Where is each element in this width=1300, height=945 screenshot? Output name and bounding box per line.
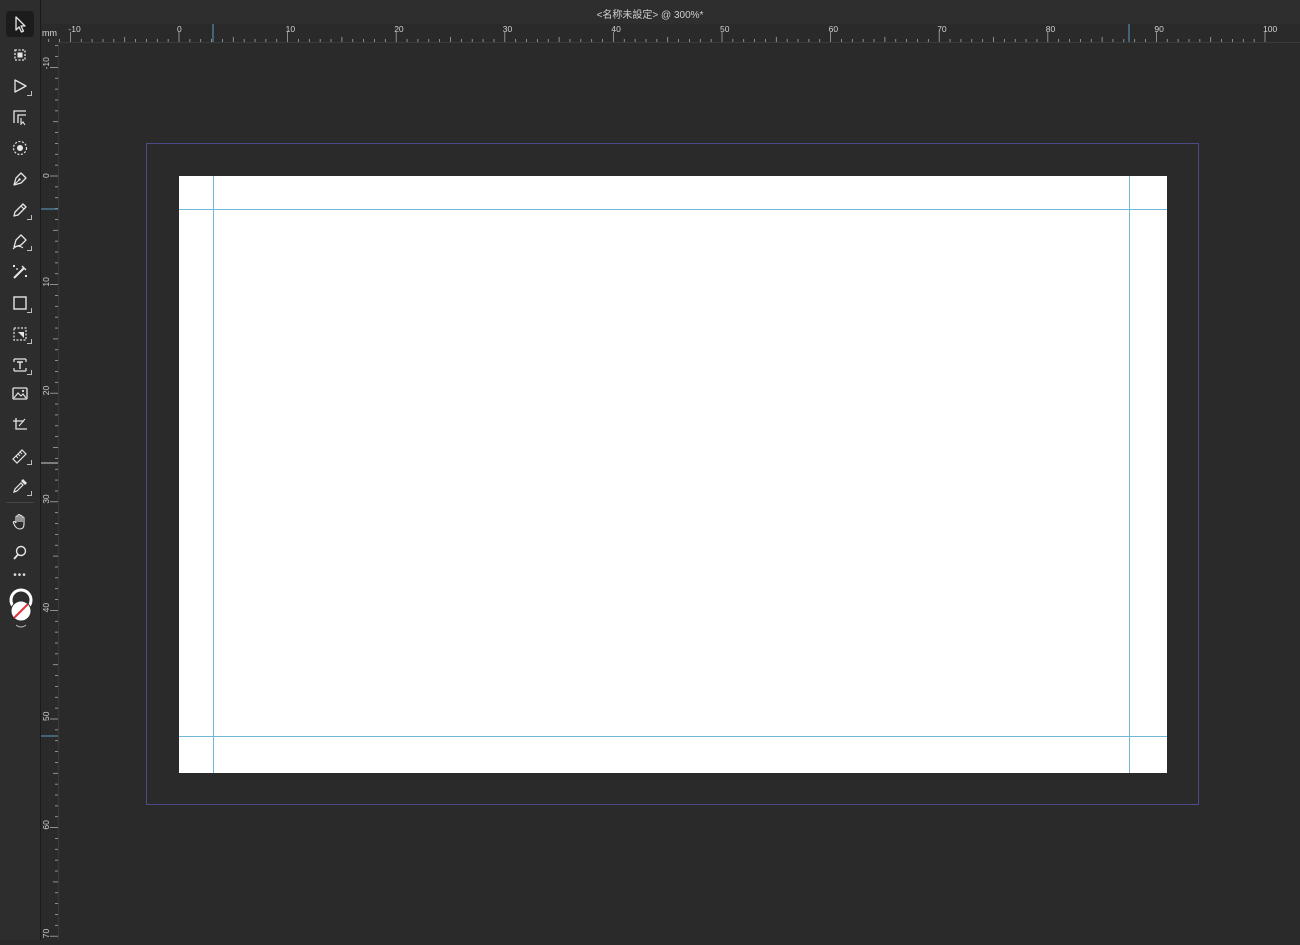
ruler-label: 70 [937,24,947,34]
horizontal-ruler-ticks: -10 0 10 20 30 40 50 60 70 80 90 100 [48,24,1277,42]
ruler-label: 100 [1263,24,1277,34]
frame-text-flyout-corner [27,370,32,375]
more-tools-icon[interactable]: ••• [12,571,28,581]
zoom-tool[interactable] [6,540,34,566]
measure-tool-flyout-corner [27,460,32,465]
move-tool[interactable] [6,11,34,37]
margin-guide-top[interactable] [179,209,1167,210]
ruler-label: 10 [41,277,51,287]
color-picker-tool[interactable] [6,473,34,499]
hand-icon [12,513,25,530]
pen-tool[interactable] [6,166,34,192]
vertical-ruler[interactable]: -10 0 10 20 30 40 50 60 70 [41,42,59,940]
ruler-label: 60 [41,820,51,830]
table-tool-icon [13,418,27,430]
pencil-tool-flyout-corner [27,215,32,220]
move-tool-icon [15,16,26,33]
ruler-label: 10 [286,24,296,34]
toolbar-separator [6,502,34,503]
pen-tool-icon [13,172,27,186]
ruler-label: -10 [41,57,51,70]
color-picker-flyout-corner [27,491,32,496]
ruler-label: 0 [177,24,182,34]
table-tool[interactable] [6,411,34,437]
measure-tool[interactable] [6,442,34,468]
margin-guide-left[interactable] [213,176,214,773]
frame-text-tool[interactable] [6,352,34,378]
vector-crop-flyout-corner [27,339,32,344]
vector-crop-tool[interactable] [6,321,34,347]
view-tool[interactable] [6,509,34,535]
ruler-label: -10 [68,24,81,34]
vector-brush-flyout-corner [27,246,32,251]
ruler-label: 60 [829,24,839,34]
document-page[interactable] [179,176,1167,773]
point-transform-tool-icon [12,140,28,156]
place-image-tool-icon [12,387,28,400]
artboard-tool-icon [14,49,26,61]
point-transform-tool[interactable] [6,135,34,161]
document-title: <名称未設定> @ 300%* [596,10,704,21]
rectangle-tool[interactable] [6,290,34,316]
ruler-label: 40 [41,603,51,613]
ruler-unit-label: mm [42,28,57,38]
ruler-label: 40 [611,24,621,34]
fill-stroke-icon [9,588,33,628]
ruler-label: 90 [1154,24,1164,34]
rectangle-tool-flyout-corner [27,308,32,313]
ruler-label: 20 [41,385,51,395]
ruler-label: 30 [503,24,513,34]
title-bar: <名称未設定> @ 300%* [0,0,1300,25]
ruler-label: 30 [41,494,51,504]
vertical-ruler-ticks: -10 0 10 20 30 40 50 60 70 [41,45,58,938]
corner-tool[interactable] [6,104,34,130]
margin-guide-bottom[interactable] [179,736,1167,737]
vector-brush-tool[interactable] [6,228,34,254]
artboard-tool[interactable] [6,42,34,68]
ruler-label: 80 [1046,24,1056,34]
ruler-label: 20 [394,24,404,34]
ruler-label: 0 [41,173,51,178]
tools-panel: ••• [0,0,41,940]
horizontal-ruler[interactable]: -10 0 10 20 30 40 50 60 70 80 90 100 [41,24,1300,43]
fill-tool[interactable] [6,259,34,285]
node-tool-flyout-corner [27,91,32,96]
ruler-label: 50 [720,24,730,34]
place-image-tool[interactable] [6,380,34,406]
fill-tool-icon [13,265,27,279]
ruler-label: 70 [41,928,51,938]
fill-stroke-swatches[interactable] [8,588,34,632]
ruler-label: 50 [41,711,51,721]
pencil-tool[interactable] [6,197,34,223]
margin-guide-right[interactable] [1129,176,1130,773]
zoom-icon [13,545,27,560]
corner-tool-icon [13,110,26,126]
node-tool[interactable] [6,73,34,99]
